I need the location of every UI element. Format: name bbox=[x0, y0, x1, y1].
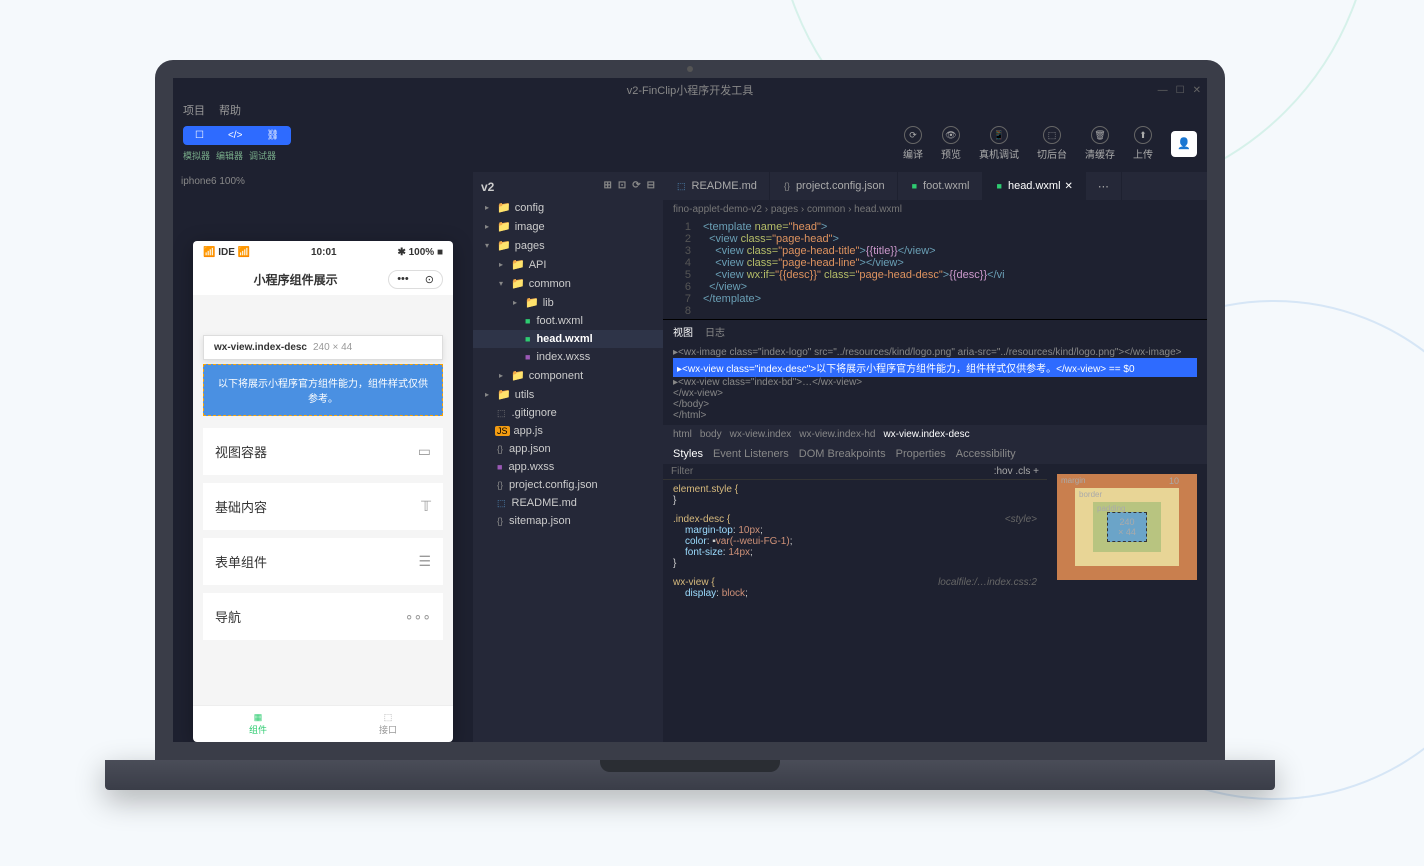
highlighted-element[interactable]: 以下将展示小程序官方组件能力，组件样式仅供参考。 bbox=[203, 364, 443, 416]
file-appjs[interactable]: JSapp.js bbox=[473, 422, 663, 440]
tool-compile[interactable]: ⟳编译 bbox=[903, 126, 923, 161]
new-folder-icon[interactable]: ⊡ bbox=[618, 180, 626, 194]
window-controls[interactable]: —☐✕ bbox=[1158, 85, 1201, 96]
file-appjson[interactable]: {}app.json bbox=[473, 440, 663, 458]
tool-preview[interactable]: 👁预览 bbox=[941, 126, 961, 161]
folder-image[interactable]: ▸📁image bbox=[473, 217, 663, 236]
menu-project[interactable]: 项目 bbox=[183, 102, 205, 122]
properties-tab[interactable]: Properties bbox=[896, 448, 946, 460]
capsule[interactable]: •••⊙ bbox=[388, 270, 443, 289]
refresh-icon[interactable]: ⟳ bbox=[632, 180, 640, 194]
user-avatar[interactable]: 👤 bbox=[1171, 131, 1197, 157]
toolbar: ☐ </> ⛓ 模拟器 编辑器 调试器 ⟳编译 👁预览 📱真机调试 ⬚切后台 bbox=[173, 122, 1207, 172]
style-rule[interactable]: <style> .index-desc { margin-top: 10px; … bbox=[663, 510, 1047, 573]
hov-toggle[interactable]: :hov bbox=[994, 466, 1013, 477]
inspector-tooltip: wx-view.index-desc240 × 44 bbox=[203, 335, 443, 360]
style-rule[interactable]: element.style {} bbox=[663, 480, 1047, 510]
menubar: 项目 帮助 bbox=[173, 102, 1207, 122]
folder-lib[interactable]: ▸📁lib bbox=[473, 293, 663, 312]
tab-foot[interactable]: ■foot.wxml bbox=[898, 172, 983, 200]
tab-readme[interactable]: ⬚README.md bbox=[663, 172, 770, 200]
folder-api[interactable]: ▸📁API bbox=[473, 255, 663, 274]
file-tree: v2 ⊞ ⊡ ⟳ ⊟ ▸📁config ▸📁image ▾📁pages ▸📁API ▾… bbox=[473, 172, 663, 742]
file-indexwxss[interactable]: ■index.wxss bbox=[473, 348, 663, 366]
mode-label: 模拟器 bbox=[183, 149, 210, 162]
status-time: 10:01 bbox=[311, 247, 337, 258]
folder-common[interactable]: ▾📁common bbox=[473, 274, 663, 293]
breadcrumb[interactable]: fino-applet-demo-v2 › pages › common › h… bbox=[663, 200, 1207, 219]
tabbar-component[interactable]: ▦组件 bbox=[193, 706, 323, 742]
list-item[interactable]: 视图容器▭ bbox=[203, 428, 443, 475]
status-right: ✱ 100% ■ bbox=[397, 247, 443, 258]
devtools-tab-log[interactable]: 日志 bbox=[705, 324, 725, 339]
tool-upload[interactable]: ⬆上传 bbox=[1133, 126, 1153, 161]
file-sitemap[interactable]: {}sitemap.json bbox=[473, 512, 663, 530]
tab-more[interactable]: ⋯ bbox=[1086, 172, 1122, 200]
box-model: margin10 border padding 240 × 44 bbox=[1047, 464, 1207, 649]
dom-breadcrumb[interactable]: htmlbodywx-view.indexwx-view.index-hdwx-… bbox=[663, 425, 1207, 444]
new-file-icon[interactable]: ⊞ bbox=[603, 180, 611, 194]
file-appwxss[interactable]: ■app.wxss bbox=[473, 458, 663, 476]
titlebar: v2-FinClip小程序开发工具 —☐✕ bbox=[173, 78, 1207, 102]
style-rule[interactable]: localfile:/…index.css:2 wx-view { displa… bbox=[663, 573, 1047, 603]
close-icon[interactable]: ✕ bbox=[1065, 181, 1073, 192]
phone-preview: 📶 IDE 📶 10:01 ✱ 100% ■ 小程序组件展示 •••⊙ wx-v… bbox=[193, 241, 453, 742]
status-left: 📶 IDE 📶 bbox=[203, 247, 250, 258]
devtools-tab-view[interactable]: 视图 bbox=[673, 324, 693, 339]
listeners-tab[interactable]: Event Listeners bbox=[713, 448, 789, 460]
list-item[interactable]: 基础内容𝕋 bbox=[203, 483, 443, 530]
devtools: 视图 日志 ▸<wx-image class="index-logo" src=… bbox=[663, 319, 1207, 649]
code-editor[interactable]: 1<template name="head"> 2 <view class="p… bbox=[663, 219, 1207, 319]
styles-tab[interactable]: Styles bbox=[673, 448, 703, 460]
folder-utils[interactable]: ▸📁utils bbox=[473, 385, 663, 404]
mode-debugger[interactable]: ⛓ bbox=[254, 126, 291, 145]
breakpoints-tab[interactable]: DOM Breakpoints bbox=[799, 448, 886, 460]
style-filter[interactable] bbox=[671, 466, 994, 477]
list-item[interactable]: 导航∘∘∘ bbox=[203, 593, 443, 640]
mode-label: 调试器 bbox=[249, 149, 276, 162]
file-readme[interactable]: ⬚README.md bbox=[473, 494, 663, 512]
file-foot[interactable]: ■foot.wxml bbox=[473, 312, 663, 330]
device-info[interactable]: iphone6 100% bbox=[173, 172, 473, 191]
file-head[interactable]: ■head.wxml bbox=[473, 330, 663, 348]
mode-label: 编辑器 bbox=[216, 149, 243, 162]
laptop-frame: v2-FinClip小程序开发工具 —☐✕ 项目 帮助 ☐ </> ⛓ 模拟器 … bbox=[155, 60, 1225, 790]
accessibility-tab[interactable]: Accessibility bbox=[956, 448, 1016, 460]
tool-remote[interactable]: 📱真机调试 bbox=[979, 126, 1019, 161]
tabbar-api[interactable]: ⬚接口 bbox=[323, 706, 453, 742]
tool-cache[interactable]: 🗑清缓存 bbox=[1085, 126, 1115, 161]
window-title: v2-FinClip小程序开发工具 bbox=[627, 82, 754, 98]
simulator-pane: iphone6 100% 📶 IDE 📶 10:01 ✱ 100% ■ 小程序组… bbox=[173, 172, 473, 742]
cls-toggle[interactable]: .cls bbox=[1015, 466, 1030, 477]
file-gitignore[interactable]: ⬚.gitignore bbox=[473, 404, 663, 422]
editor-pane: ⬚README.md {}project.config.json ■foot.w… bbox=[663, 172, 1207, 742]
add-rule-icon[interactable]: + bbox=[1033, 466, 1039, 477]
folder-pages[interactable]: ▾📁pages bbox=[473, 236, 663, 255]
list-item[interactable]: 表单组件☰ bbox=[203, 538, 443, 585]
tool-background[interactable]: ⬚切后台 bbox=[1037, 126, 1067, 161]
dom-tree[interactable]: ▸<wx-image class="index-logo" src="../re… bbox=[663, 343, 1207, 425]
collapse-icon[interactable]: ⊟ bbox=[647, 180, 655, 194]
file-projectconfig[interactable]: {}project.config.json bbox=[473, 476, 663, 494]
page-title: 小程序组件展示 bbox=[254, 271, 338, 288]
mode-editor[interactable]: </> bbox=[216, 126, 254, 145]
ide-window: v2-FinClip小程序开发工具 —☐✕ 项目 帮助 ☐ </> ⛓ 模拟器 … bbox=[173, 78, 1207, 742]
tab-head[interactable]: ■head.wxml✕ bbox=[983, 172, 1086, 200]
folder-config[interactable]: ▸📁config bbox=[473, 198, 663, 217]
tab-project[interactable]: {}project.config.json bbox=[770, 172, 898, 200]
mode-simulator[interactable]: ☐ bbox=[183, 126, 216, 145]
tree-root[interactable]: v2 bbox=[481, 180, 494, 194]
camera-icon bbox=[687, 66, 693, 72]
folder-component[interactable]: ▸📁component bbox=[473, 366, 663, 385]
menu-help[interactable]: 帮助 bbox=[219, 102, 241, 122]
